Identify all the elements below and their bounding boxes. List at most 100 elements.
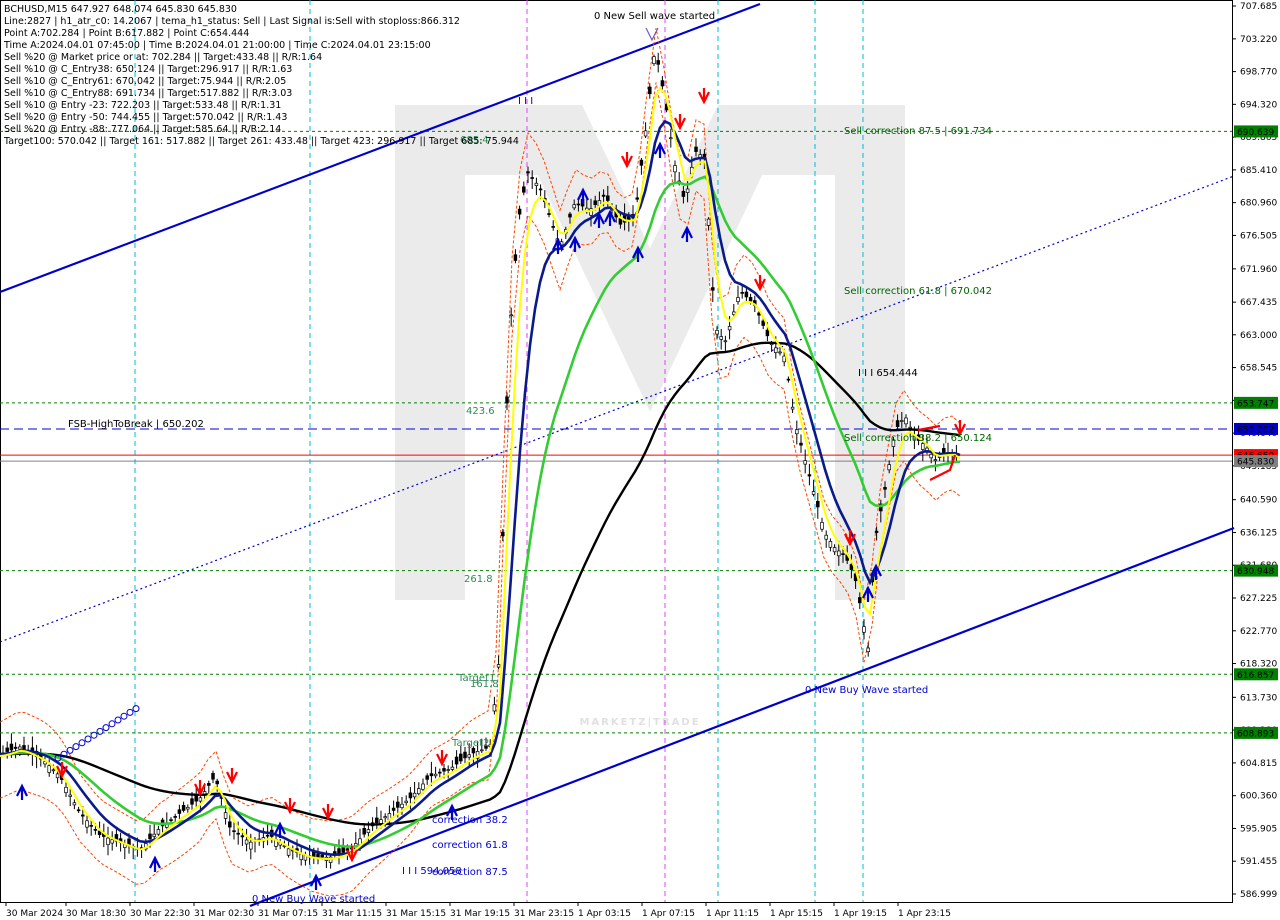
x-tick-label: 1 Apr 23:15: [898, 909, 951, 919]
sell-arrow-icon: [954, 420, 966, 437]
fib-261-label: 261.8: [464, 574, 493, 585]
candle-body: [47, 765, 51, 773]
sell-arrow-icon: [436, 750, 448, 767]
candle-body: [904, 417, 908, 425]
candle-body: [207, 783, 211, 786]
candle-body: [286, 848, 291, 856]
candle-body: [425, 775, 429, 780]
sell-arrow-icon: [698, 88, 710, 105]
candle-body: [228, 821, 232, 828]
candle-body: [433, 773, 438, 777]
new-sell-wave-label: 0 New Sell wave started: [594, 11, 715, 22]
candle-body: [5, 747, 9, 752]
candle-body: [383, 816, 387, 819]
chart-root: MARKETZ|TRADE 0 New Sell wave started I I …: [0, 0, 1280, 920]
candle-body: [673, 165, 677, 173]
info-line: Time A:2024.04.01 07:45:00 | Time B:2024…: [4, 40, 431, 51]
buy-arrow-icon: [149, 855, 161, 872]
x-tick-label: 30 Mar 2024: [6, 909, 63, 919]
candle-body: [694, 146, 698, 152]
level-tag-label: 608.893: [1237, 729, 1274, 739]
correction-618-label: correction 61.8: [432, 840, 508, 851]
candle-body: [76, 809, 81, 812]
info-line: Sell %10 @ C_Entry38: 650.124 || Target:…: [4, 64, 293, 75]
candle-body: [635, 197, 639, 200]
candle-body: [824, 534, 828, 540]
candle-body: [249, 841, 253, 850]
candle-body: [72, 802, 77, 806]
watermark-logo: [395, 105, 905, 600]
sell-arrow-icon: [674, 114, 686, 131]
candle-body: [232, 830, 236, 833]
candle-body: [240, 835, 245, 838]
candle-body: [681, 190, 686, 197]
candle-body: [795, 429, 799, 435]
envelope-lower: [0, 82, 961, 897]
candle-body: [774, 347, 778, 353]
candle-body: [778, 351, 782, 354]
candle-body: [828, 541, 833, 548]
candle-body: [887, 464, 891, 471]
info-line: Sell %20 @ Market price or at: 702.284 |…: [4, 52, 323, 63]
sell-correction-382-label: Sell correction 38.2 | 650.124: [844, 433, 992, 444]
y-tick-label: 676.505: [1240, 231, 1277, 241]
candle-body: [782, 355, 786, 363]
candle-body: [530, 177, 534, 179]
y-tick-label: 658.545: [1240, 364, 1277, 374]
buy-arrow-icon: [16, 783, 28, 800]
candle-body: [55, 773, 60, 779]
candle-body: [81, 814, 85, 817]
candle-body: [933, 459, 938, 462]
candle-body: [110, 839, 114, 844]
candle-body: [408, 792, 413, 799]
y-tick-label: 622.770: [1240, 627, 1277, 637]
x-tick-label: 1 Apr 19:15: [834, 909, 887, 919]
correction-875-label: correction 87.5: [432, 867, 508, 878]
x-tick-label: 31 Mar 02:30: [194, 909, 254, 919]
target2-label: Target2: [451, 738, 489, 749]
sell-correction-618-label: Sell correction 61.8 | 670.042: [844, 286, 992, 297]
candle-body: [501, 531, 505, 537]
info-line: BCHUSD,M15 647.927 648.074 645.830 645.8…: [4, 4, 237, 15]
candle-body: [215, 780, 219, 785]
candle-body: [198, 797, 203, 802]
candle-body: [64, 786, 68, 794]
x-tick-label: 1 Apr 03:15: [578, 909, 631, 919]
level-tag-label: 630.948: [1237, 567, 1274, 577]
candle-body: [446, 769, 450, 771]
candle-body: [639, 159, 644, 166]
candle-body: [68, 794, 72, 797]
candle-body: [366, 829, 371, 834]
candle-body: [551, 226, 555, 228]
info-line: Sell %10 @ C_Entry88: 691.734 || Target:…: [4, 88, 293, 99]
candle-body: [509, 314, 513, 317]
candle-body: [706, 218, 711, 226]
candle-body: [496, 664, 501, 668]
candle-body: [429, 773, 434, 777]
candle-body: [765, 329, 770, 337]
candle-body: [265, 834, 270, 837]
y-axis: 707.685703.220698.770694.320689.865685.4…: [1232, 2, 1278, 900]
candle-body: [400, 803, 404, 808]
candle-body: [807, 474, 812, 477]
candle-body: [505, 396, 509, 404]
candle-body: [244, 839, 249, 845]
candle-body: [643, 130, 648, 137]
y-tick-label: 707.685: [1240, 2, 1277, 12]
candle-body: [723, 340, 728, 343]
candle-body: [454, 756, 459, 765]
candle-body: [618, 218, 623, 225]
candle-body: [169, 819, 173, 821]
info-line: Sell %20 @ Entry -50: 744.455 || Target:…: [4, 112, 288, 123]
candle-body: [921, 443, 925, 450]
x-tick-label: 31 Mar 15:15: [386, 909, 446, 919]
info-line: Sell %10 @ Entry -23: 722.203 || Target:…: [4, 100, 282, 111]
candle-body: [715, 330, 719, 335]
candle-body: [223, 812, 228, 819]
candle-body: [236, 832, 240, 835]
candle-body: [442, 768, 446, 772]
x-tick-label: 31 Mar 07:15: [258, 909, 318, 919]
candle-body: [391, 807, 396, 811]
sell-correction-875-label: Sell correction 87.5 | 691.734: [844, 126, 992, 137]
candle-body: [517, 208, 522, 215]
